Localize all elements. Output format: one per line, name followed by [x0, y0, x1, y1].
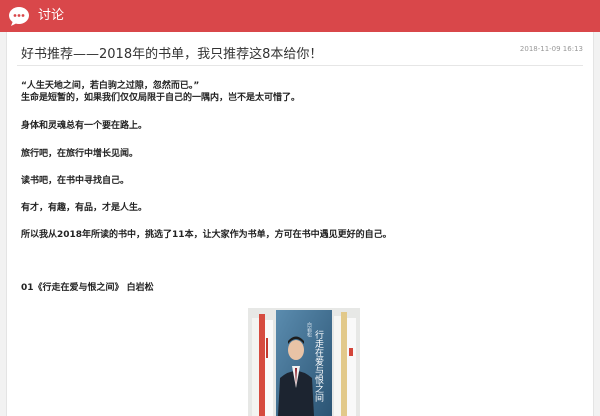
top-bar: 讨论	[0, 0, 600, 32]
paragraph: 生命是短暂的，如果我们仅仅局限于自己的一隅内，岂不是太可惜了。	[21, 93, 301, 103]
post-panel: 好书推荐——2018年的书单，我只推荐这8本给你！ 2018-11-09 16:…	[6, 32, 594, 416]
paragraph: 身体和灵魂总有一个要在路上。	[21, 121, 148, 131]
post-title: 好书推荐——2018年的书单，我只推荐这8本给你！	[21, 47, 323, 62]
book-photo: 行走在爱与恨之间 白岩松	[248, 308, 360, 416]
paragraph: 旅行吧，在旅行中增长见闻。	[21, 149, 139, 159]
chat-bubble-icon[interactable]	[8, 6, 30, 26]
book-heading: 01《行走在爱与恨之间》 白岩松	[21, 283, 154, 293]
cover-title: 行走在爱与恨之间	[313, 329, 324, 403]
paragraph: 所以我从2018年所读的书中，挑选了11本，让大家作为书单，方可在书中遇见更好的…	[21, 230, 392, 240]
paragraph: 读书吧，在书中寻找自己。	[21, 176, 130, 186]
divider	[17, 65, 583, 66]
paragraph-quote: “人生天地之间，若白驹之过隙，忽然而已。”	[21, 81, 200, 91]
cover-author: 白岩松	[306, 321, 312, 338]
post-date: 2018-11-09 16:13	[519, 45, 583, 53]
book-cover-image: 行走在爱与恨之间 白岩松	[248, 308, 360, 416]
paragraph: 有才，有趣，有品，才是人生。	[21, 203, 148, 213]
page-title: 讨论	[38, 8, 65, 23]
